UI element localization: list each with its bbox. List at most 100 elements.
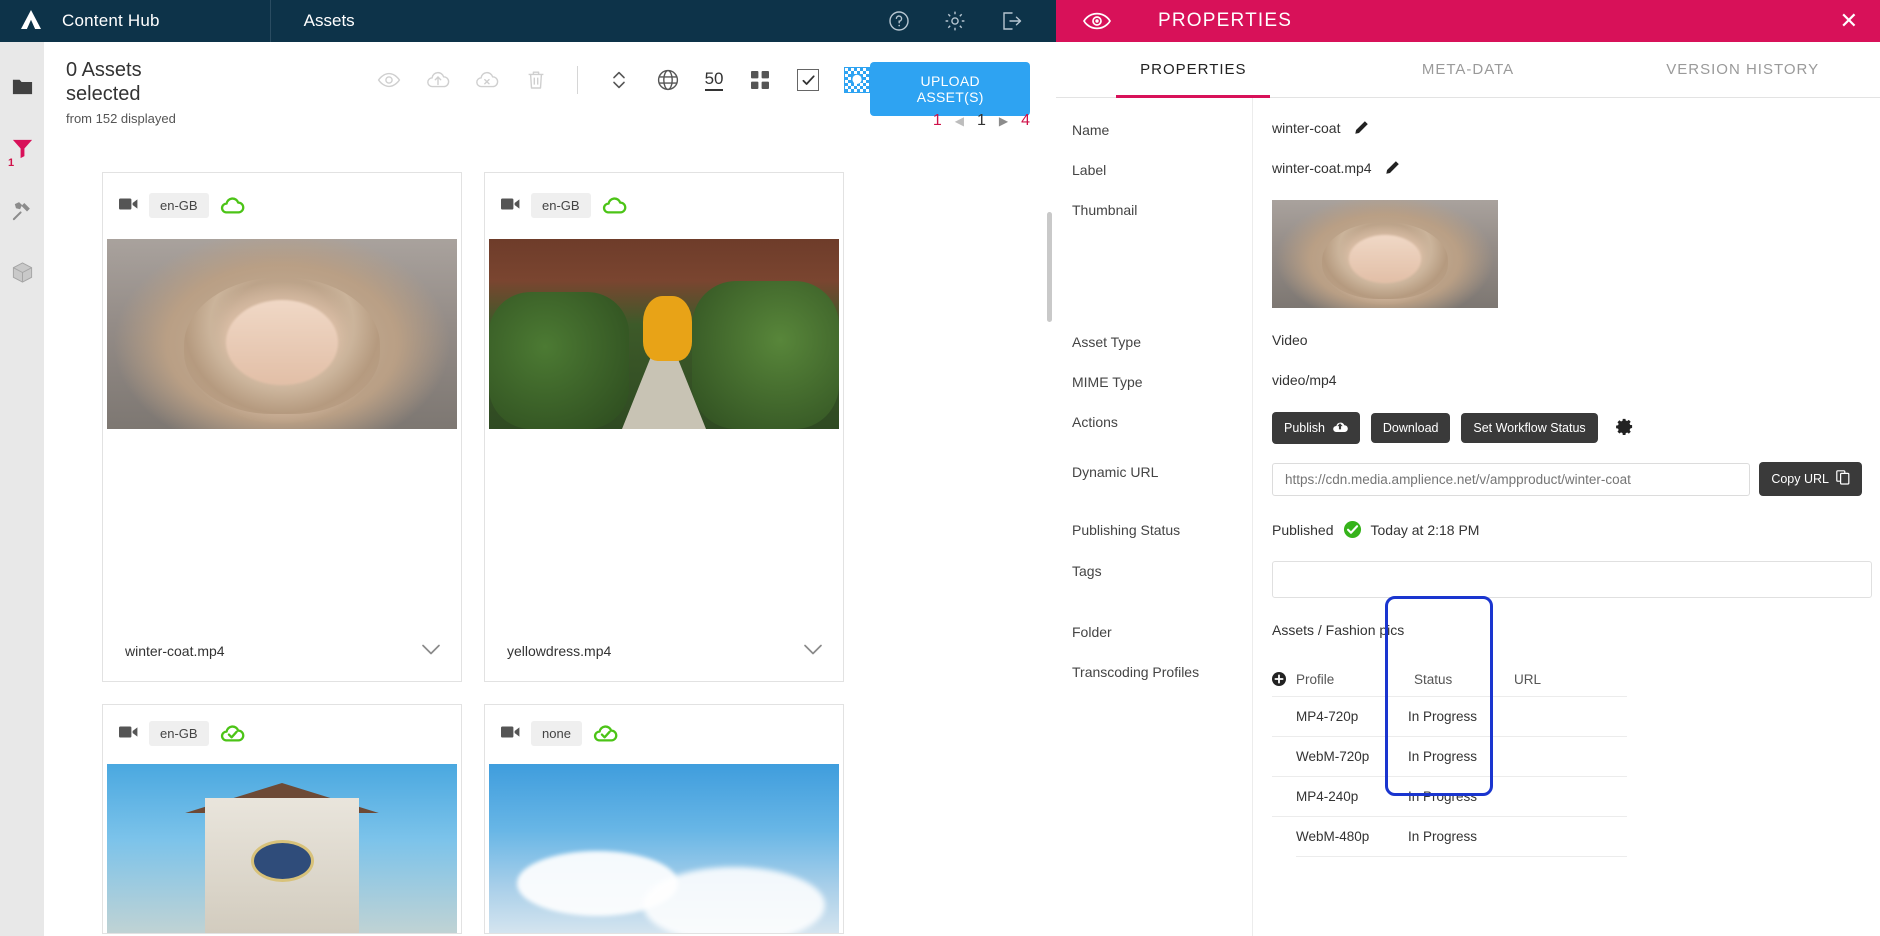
field-transcoding-profiles: Transcoding Profiles Profile Status URL <box>1056 662 1880 857</box>
add-profile-icon[interactable] <box>1272 672 1287 686</box>
select-all-checkbox-icon[interactable] <box>797 69 820 91</box>
transparency-pattern-icon[interactable] <box>844 67 871 93</box>
asset-grid-wrapper: en-GB winter-coat.mp4 en-GB yellowdress.… <box>44 172 1056 936</box>
locale-badge: none <box>531 721 582 746</box>
settings-gear-icon[interactable] <box>944 10 966 32</box>
copy-url-button[interactable]: Copy URL <box>1759 462 1862 496</box>
sort-icon[interactable] <box>607 68 631 92</box>
field-dynamic-url: Dynamic URL Copy URL <box>1056 462 1880 496</box>
tags-value-wrap <box>1272 561 1880 598</box>
assets-scrollbar[interactable] <box>1047 212 1052 322</box>
field-actions: Actions Publish Download Set Workflow St… <box>1056 412 1880 444</box>
field-label: MIME Type <box>1072 374 1143 390</box>
asset-card[interactable]: en-GB yellowdress.mp4 <box>484 172 844 682</box>
publishing-status-time: Today at 2:18 PM <box>1370 521 1480 538</box>
left-body: 1 0 Assets selected from 152 displayed 5… <box>0 42 1056 936</box>
properties-tabs: PROPERTIES META-DATA VERSION HISTORY <box>1056 42 1880 98</box>
tab-properties[interactable]: PROPERTIES <box>1056 42 1331 98</box>
eye-icon <box>1082 6 1112 36</box>
asset-toolbar: 0 Assets selected from 152 displayed 50 … <box>44 42 1056 126</box>
assets-pane: Content Hub Assets 1 0 Assets selected f… <box>0 0 1056 936</box>
asset-card[interactable]: none <box>484 704 844 934</box>
download-button[interactable]: Download <box>1370 413 1451 443</box>
cloud-check-icon <box>593 724 618 743</box>
cell-profile: WebM-720p <box>1296 749 1370 764</box>
asset-thumbnail <box>485 239 843 621</box>
field-value-wrap: winter-coat.mp4 <box>1272 160 1880 178</box>
properties-panel-header: PROPERTIES ✕ <box>1056 0 1880 42</box>
cell-status: In Progress <box>1408 709 1478 724</box>
set-workflow-status-button[interactable]: Set Workflow Status <box>1461 413 1598 443</box>
unpublish-cloud-icon[interactable] <box>475 68 499 92</box>
table-row[interactable]: WebM-720p In Progress <box>1272 736 1627 776</box>
sidebar-item-packages[interactable] <box>6 256 38 288</box>
assets-content: 0 Assets selected from 152 displayed 50 … <box>44 42 1056 936</box>
brand-title: Content Hub <box>62 11 160 30</box>
publish-button-label: Publish <box>1284 421 1325 435</box>
tab-meta-data[interactable]: META-DATA <box>1331 42 1606 97</box>
chevron-down-icon[interactable] <box>803 643 823 659</box>
topbar-divider <box>269 0 271 42</box>
edit-pencil-icon[interactable] <box>1385 161 1400 178</box>
publish-upload-icon[interactable] <box>426 68 450 92</box>
publish-button[interactable]: Publish <box>1272 412 1360 444</box>
locale-globe-icon[interactable] <box>656 68 680 92</box>
grid-view-icon[interactable] <box>748 68 772 92</box>
actions-buttons: Publish Download Set Workflow Status <box>1272 412 1880 444</box>
properties-panel-title: PROPERTIES <box>1158 10 1293 31</box>
upload-assets-button[interactable]: UPLOAD ASSET(S) <box>870 62 1030 116</box>
logout-icon[interactable] <box>1000 10 1022 32</box>
preview-eye-icon[interactable] <box>377 68 401 92</box>
field-value-wrap <box>1272 200 1880 308</box>
delete-trash-icon[interactable] <box>524 68 548 92</box>
cloud-outline-icon <box>220 196 245 215</box>
field-label: Folder <box>1072 624 1112 640</box>
settings-gear-icon[interactable] <box>1615 417 1634 436</box>
asset-card[interactable]: en-GB winter-coat.mp4 <box>102 172 462 682</box>
transcoding-table: Profile Status URL MP4-720p In Progress … <box>1272 662 1627 857</box>
table-row[interactable]: MP4-720p In Progress <box>1272 696 1627 736</box>
asset-name-value: winter-coat <box>1272 120 1341 136</box>
published-check-icon <box>1343 520 1362 539</box>
tags-input[interactable] <box>1272 561 1872 598</box>
chevron-down-icon[interactable] <box>421 643 441 659</box>
pagination-prev-icon[interactable]: ◀ <box>955 114 964 128</box>
asset-card[interactable]: en-GB <box>102 704 462 934</box>
pagination-next-icon[interactable]: ▶ <box>999 114 1008 128</box>
field-label: Actions <box>1072 414 1118 430</box>
cloud-outline-icon <box>602 196 627 215</box>
publish-cloud-icon <box>1332 420 1348 436</box>
pagination-first[interactable]: 1 <box>933 112 942 130</box>
field-label-row: Label winter-coat.mp4 <box>1056 160 1880 178</box>
table-row[interactable]: WebM-480p In Progress <box>1272 816 1627 856</box>
field-label: Dynamic URL <box>1072 464 1159 480</box>
page-size-selector[interactable]: 50 <box>704 69 724 91</box>
copy-icon <box>1836 470 1850 488</box>
table-row[interactable]: MP4-240p In Progress <box>1272 776 1627 816</box>
sidebar-item-filters[interactable]: 1 <box>6 132 38 169</box>
video-icon <box>501 197 520 214</box>
pagination-current: 1 <box>976 112 986 129</box>
help-icon[interactable] <box>888 10 910 32</box>
asset-card-footer: yellowdress.mp4 <box>485 621 843 681</box>
transcoding-table-wrap: Profile Status URL MP4-720p In Progress … <box>1272 662 1880 857</box>
pagination-last[interactable]: 4 <box>1021 112 1030 130</box>
video-icon <box>119 197 138 214</box>
amplience-logo-icon[interactable] <box>0 8 62 34</box>
locale-badge: en-GB <box>149 721 209 746</box>
sidebar-item-folders[interactable] <box>6 70 38 102</box>
asset-card-footer: winter-coat.mp4 <box>103 621 461 681</box>
dynamic-url-input[interactable] <box>1272 462 1751 496</box>
sidebar-item-tools[interactable] <box>6 194 38 226</box>
asset-grid: en-GB winter-coat.mp4 en-GB yellowdress.… <box>102 172 1056 934</box>
edit-pencil-icon[interactable] <box>1354 121 1369 138</box>
close-icon[interactable]: ✕ <box>1840 10 1858 32</box>
field-label: Label <box>1072 162 1107 178</box>
asset-filename: winter-coat.mp4 <box>125 643 225 659</box>
filter-count-badge: 1 <box>8 157 15 169</box>
cell-status: In Progress <box>1408 829 1478 844</box>
asset-card-header: en-GB <box>485 173 843 221</box>
folder-value: Assets / Fashion pics <box>1272 622 1405 638</box>
cloud-check-icon <box>220 724 245 743</box>
tab-version-history[interactable]: VERSION HISTORY <box>1605 42 1880 97</box>
